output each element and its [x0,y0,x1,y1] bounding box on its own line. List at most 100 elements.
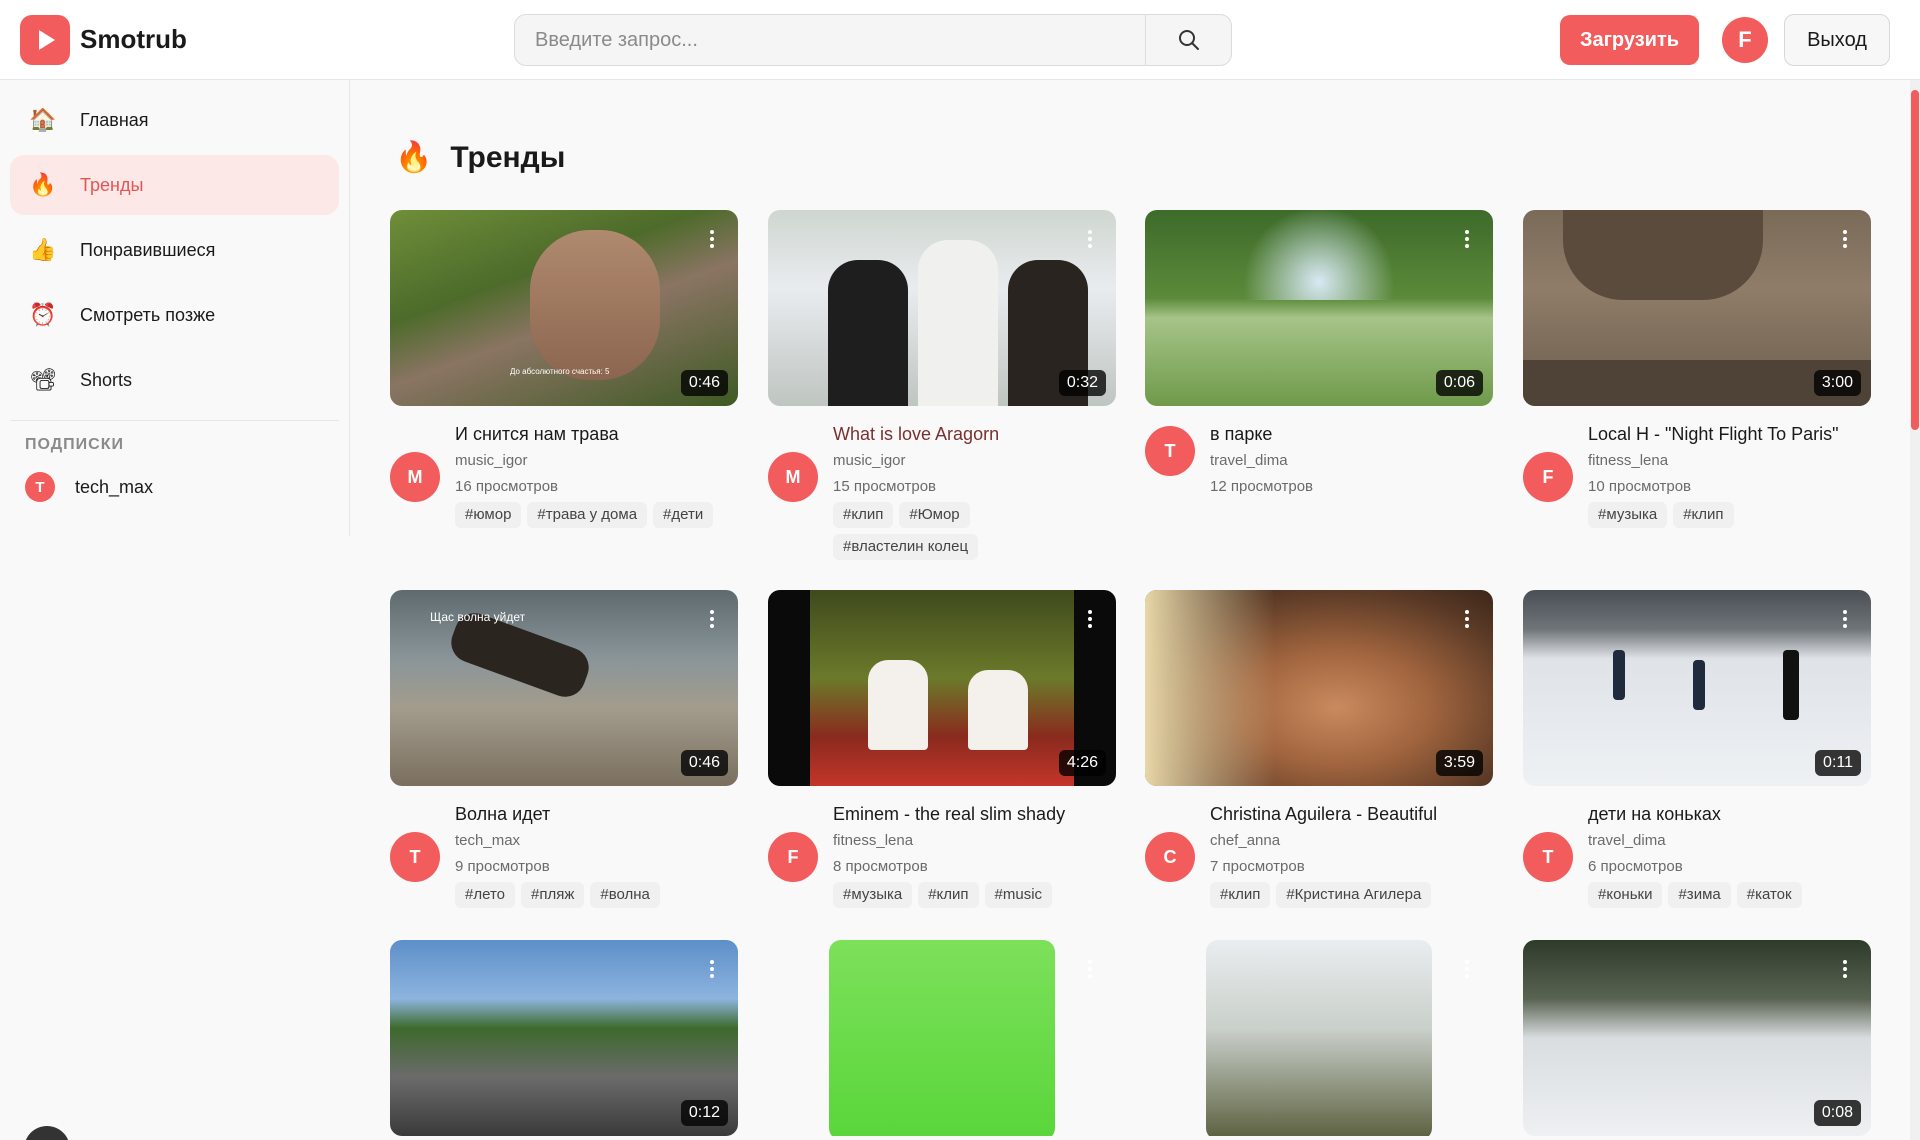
tag[interactable]: #дети [653,502,714,528]
sidebar-item-shorts[interactable]: 📽 Shorts [10,350,339,410]
more-options-icon[interactable] [1465,610,1469,628]
tag[interactable]: #музыка [1588,502,1668,528]
video-title[interactable]: Eminem - the real slim shady [833,804,1065,825]
video-thumbnail[interactable]: 0:12 [390,940,738,1136]
tag[interactable]: #юмор [455,502,522,528]
video-title[interactable]: в парке [1210,424,1272,445]
channel-name[interactable]: fitness_lena [1588,452,1668,469]
video-card[interactable]: До абсолютного счастья: 5 0:46 M И снитс… [390,210,738,566]
channel-avatar[interactable]: T [1523,832,1573,882]
video-thumbnail[interactable] [768,940,1116,1136]
logo-text[interactable]: Smotrub [80,24,187,55]
logo-icon[interactable] [20,15,70,65]
video-card[interactable]: 3:00 F Local H - "Night Flight To Paris"… [1523,210,1871,566]
user-avatar[interactable]: F [1722,17,1768,63]
more-options-icon[interactable] [710,230,714,248]
tag[interactable]: #клип [1210,882,1271,908]
sidebar-item-trends[interactable]: 🔥 Тренды [10,155,339,215]
video-duration: 0:08 [1813,1100,1861,1126]
video-card[interactable]: 0:32 M What is love Aragorn music_igor 1… [768,210,1116,566]
tag[interactable]: #каток [1736,882,1802,908]
video-card[interactable] [768,940,1116,1136]
more-options-icon[interactable] [1843,230,1847,248]
sidebar-item-home[interactable]: 🏠 Главная [10,90,339,150]
channel-avatar[interactable]: F [1523,452,1573,502]
more-options-icon[interactable] [1843,610,1847,628]
more-options-icon[interactable] [1088,230,1092,248]
thumbs-up-icon: 👍 [29,237,57,262]
thumbnail-caption: До абсолютного счастья: 5 [510,367,610,376]
video-card[interactable]: 4:26 F Eminem - the real slim shady fitn… [768,590,1116,946]
video-title[interactable]: What is love Aragorn [833,424,999,445]
tag[interactable]: #клип [1673,502,1734,528]
tag[interactable]: #коньки [1588,882,1663,908]
channel-name[interactable]: travel_dima [1588,832,1666,849]
scrollbar-thumb[interactable] [1911,90,1919,430]
tag[interactable]: #music [984,882,1053,908]
search-input[interactable] [515,15,1145,65]
channel-name[interactable]: tech_max [455,832,520,849]
channel-name[interactable]: fitness_lena [833,832,913,849]
subscription-item[interactable]: T tech_max [25,472,153,502]
tag[interactable]: #волна [590,882,660,908]
channel-avatar[interactable]: T [1145,426,1195,476]
video-card[interactable] [1145,940,1493,1136]
channel-avatar[interactable]: F [768,832,818,882]
more-options-icon[interactable] [710,960,714,978]
floating-button[interactable] [24,1126,70,1140]
tag[interactable]: #Кристина Агилера [1276,882,1432,908]
tag[interactable]: #музыка [833,882,913,908]
more-options-icon[interactable] [1465,230,1469,248]
video-title[interactable]: Local H - "Night Flight To Paris" [1588,424,1839,445]
video-thumbnail[interactable]: 4:26 [768,590,1116,786]
more-options-icon[interactable] [1088,610,1092,628]
video-title[interactable]: И снится нам трава [455,424,619,445]
video-thumbnail[interactable]: 0:32 [768,210,1116,406]
sidebar-item-liked[interactable]: 👍 Понравившиеся [10,220,339,280]
tag[interactable]: #трава у дома [527,502,648,528]
search-button[interactable] [1145,15,1231,65]
more-options-icon[interactable] [1088,960,1092,978]
tag[interactable]: #зима [1668,882,1731,908]
more-options-icon[interactable] [1465,960,1469,978]
more-options-icon[interactable] [710,610,714,628]
video-card[interactable]: 0:08 [1523,940,1871,1136]
video-card[interactable]: Щас волна уйдет 0:46 T Волна идет tech_m… [390,590,738,946]
video-thumbnail[interactable]: Щас волна уйдет 0:46 [390,590,738,786]
video-thumbnail[interactable] [1145,940,1493,1136]
tag[interactable]: #лето [455,882,515,908]
search-icon [1178,30,1199,50]
video-thumbnail[interactable]: 0:06 [1145,210,1493,406]
channel-avatar[interactable]: T [390,832,440,882]
scrollbar[interactable] [1910,80,1920,1140]
channel-name[interactable]: music_igor [833,452,906,469]
video-thumbnail[interactable]: 0:11 [1523,590,1871,786]
channel-avatar[interactable]: M [768,452,818,502]
channel-avatar[interactable]: C [1145,832,1195,882]
tag[interactable]: #клип [918,882,979,908]
video-card[interactable]: 0:06 T в парке travel_dima 12 просмотров [1145,210,1493,566]
video-title[interactable]: Волна идет [455,804,550,825]
tag[interactable]: #Юмор [899,502,970,528]
upload-button[interactable]: Загрузить [1560,15,1699,65]
video-card[interactable]: 0:12 [390,940,738,1136]
video-thumbnail[interactable]: 3:59 [1145,590,1493,786]
tag[interactable]: #властелин колец [833,534,979,560]
video-title[interactable]: дети на коньках [1588,804,1721,825]
video-card[interactable]: 3:59 C Christina Aguilera - Beautiful ch… [1145,590,1493,946]
tag[interactable]: #пляж [520,882,585,908]
sidebar-item-watch-later[interactable]: ⏰ Смотреть позже [10,285,339,345]
video-thumbnail[interactable]: 3:00 [1523,210,1871,406]
channel-name[interactable]: travel_dima [1210,452,1288,469]
logout-button[interactable]: Выход [1784,14,1890,66]
tag[interactable]: #клип [833,502,894,528]
channel-name[interactable]: music_igor [455,452,528,469]
channel-name[interactable]: chef_anna [1210,832,1280,849]
video-duration: 3:00 [1813,370,1861,396]
video-title[interactable]: Christina Aguilera - Beautiful [1210,804,1437,825]
video-thumbnail[interactable]: 0:08 [1523,940,1871,1136]
channel-avatar[interactable]: M [390,452,440,502]
video-card[interactable]: 0:11 T дети на коньках travel_dima 6 про… [1523,590,1871,946]
more-options-icon[interactable] [1843,960,1847,978]
video-thumbnail[interactable]: До абсолютного счастья: 5 0:46 [390,210,738,406]
